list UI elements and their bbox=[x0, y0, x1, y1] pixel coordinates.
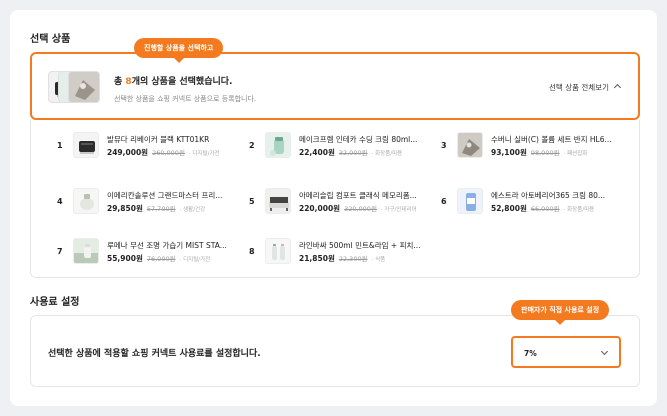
main-card: 선택 상품 총 8개의 상품을 선택했습니다. 선택한 상품을 쇼핑 커넥트 상… bbox=[10, 10, 657, 406]
product-price-line: 249,000원260,000원 디지털/가전 bbox=[107, 147, 220, 158]
product-item[interactable]: 8 라인바싸 500ml 민트&라임 + 피치... 21,850원 22,300… bbox=[249, 238, 434, 268]
product-name: 이메리칸솔루션 그랜드마스터 프리... bbox=[107, 191, 223, 200]
product-index: 1 bbox=[57, 141, 63, 150]
product-original-price: 98,000원 bbox=[530, 149, 560, 157]
product-image bbox=[265, 188, 291, 214]
selected-products-title: 선택 상품 bbox=[30, 34, 71, 45]
chevron-down-icon bbox=[600, 347, 609, 356]
summary-thumbnails bbox=[48, 71, 100, 103]
product-item[interactable]: 1 발뮤다 리베이커 블랙 KTT01KR 249,000원260,000원 디지… bbox=[57, 132, 242, 162]
product-image bbox=[265, 132, 291, 158]
product-item[interactable]: 5 아메리슬립 컴포트 클래식 메모리폼... 220,000원 320,000원… bbox=[249, 188, 434, 218]
view-all-label: 선택 상품 전체보기 bbox=[549, 83, 609, 92]
product-original-price: 57,700원 bbox=[146, 205, 176, 213]
product-category: 식품 bbox=[372, 257, 386, 263]
product-index: 2 bbox=[249, 141, 255, 150]
product-category: 디지털/가전 bbox=[189, 151, 220, 157]
product-price: 21,850원 bbox=[299, 254, 335, 263]
chevron-up-icon bbox=[613, 83, 622, 92]
fee-tooltip: 판매자가 직접 사용료 설정 bbox=[511, 300, 610, 325]
product-category: 화장품/미용 bbox=[372, 151, 403, 157]
product-price: 93,100원 bbox=[491, 148, 527, 157]
product-price: 29,850원 bbox=[107, 204, 143, 213]
product-image bbox=[457, 132, 483, 158]
selected-summary-box: 총 8개의 상품을 선택했습니다. 선택한 상품을 쇼핑 커넥트 상품으로 등록… bbox=[30, 52, 640, 120]
product-index: 6 bbox=[441, 197, 447, 206]
product-item[interactable]: 7 루메나 무선 조명 가습기 MIST STA... 55,900원 76,00… bbox=[57, 238, 242, 268]
product-image bbox=[265, 238, 291, 264]
product-name: 루메나 무선 조명 가습기 MIST STA... bbox=[107, 241, 227, 250]
product-item[interactable]: 6 에스트라 아토베리어365 크림 80... 52,800원66,000원 화… bbox=[441, 188, 626, 218]
product-image bbox=[73, 132, 99, 158]
product-price-line: 52,800원66,000원 화장품/미용 bbox=[491, 203, 594, 214]
product-original-price: 22,300원 bbox=[338, 255, 368, 263]
product-price-line: 93,100원98,000원 패션잡화 bbox=[491, 147, 587, 158]
product-item[interactable]: 3 수버니 실버(C) 볼륨 세트 반지 HL6... 93,100원 98,00… bbox=[441, 132, 626, 162]
product-original-price: 76,000원 bbox=[146, 255, 176, 263]
fee-settings-box: 선택한 상품에 적용할 쇼핑 커넥트 사용료를 설정합니다. 7% bbox=[30, 315, 640, 387]
product-price-line: 21,850원22,300원 식품 bbox=[299, 253, 385, 264]
product-index: 4 bbox=[57, 197, 63, 206]
summary-subtitle: 선택한 상품을 쇼핑 커넥트 상품으로 등록합니다. bbox=[114, 95, 257, 103]
fee-description: 선택한 상품에 적용할 쇼핑 커넥트 사용료를 설정합니다. bbox=[48, 349, 261, 359]
product-price: 249,000원 bbox=[107, 148, 149, 157]
product-index: 8 bbox=[249, 247, 255, 256]
product-image bbox=[457, 188, 483, 214]
product-name: 발뮤다 리베이커 블랙 KTT01KR bbox=[107, 135, 210, 144]
product-name: 에스트라 아토베리어365 크림 80... bbox=[491, 191, 606, 200]
product-price: 220,000원 bbox=[299, 204, 341, 213]
fee-rate-value: 7% bbox=[524, 349, 537, 358]
product-price-line: 220,000원320,000원 가구/인테리어 bbox=[299, 203, 417, 214]
summary-thumb-3 bbox=[68, 71, 100, 103]
product-price: 55,900원 bbox=[107, 254, 143, 263]
product-index: 7 bbox=[57, 247, 63, 256]
product-item[interactable]: 4 이메리칸솔루션 그랜드마스터 프리... 29,850원57,700원 생활/… bbox=[57, 188, 242, 218]
product-category: 생활/건강 bbox=[180, 207, 206, 213]
product-price-line: 29,850원57,700원 생활/건강 bbox=[107, 203, 205, 214]
product-original-price: 320,000원 bbox=[344, 205, 377, 213]
product-original-price: 260,000원 bbox=[152, 149, 185, 157]
summary-title: 총 8개의 상품을 선택했습니다. bbox=[114, 77, 233, 87]
select-products-tooltip: 진행할 상품을 선택하고 bbox=[134, 38, 224, 63]
product-original-price: 66,000원 bbox=[530, 205, 560, 213]
fee-settings-title: 사용료 설정 bbox=[30, 297, 80, 308]
product-name: 라인바싸 500ml 민트&라임 + 피치... bbox=[299, 241, 421, 250]
product-category: 가구/인테리어 bbox=[381, 207, 417, 213]
view-all-selected-button[interactable]: 선택 상품 전체보기 bbox=[549, 82, 622, 93]
product-name: 아메리슬립 컴포트 클래식 메모리폼... bbox=[299, 191, 417, 200]
product-price: 52,800원 bbox=[491, 204, 527, 213]
fee-rate-select[interactable]: 7% bbox=[511, 336, 621, 368]
product-original-price: 32,000원 bbox=[338, 149, 368, 157]
product-name: 메이크프렘 인테카 수딩 크림 80ml... bbox=[299, 135, 418, 144]
selected-products-list: 1 발뮤다 리베이커 블랙 KTT01KR 249,000원260,000원디지… bbox=[30, 120, 640, 278]
product-item[interactable]: 2 메이크프렘 인테카 수딩 크림 80ml... 22,400원 32,000원… bbox=[249, 132, 434, 162]
product-name: 수버니 실버(C) 볼륨 세트 반지 HL6... bbox=[491, 135, 612, 144]
product-price-line: 55,900원76,000원 디지털/가전 bbox=[107, 253, 210, 264]
product-category: 디지털/가전 bbox=[180, 257, 211, 263]
product-category: 화장품/미용 bbox=[564, 207, 595, 213]
product-image bbox=[73, 188, 99, 214]
product-index: 3 bbox=[441, 141, 447, 150]
product-price-line: 22,400원32,000원 화장품/미용 bbox=[299, 147, 402, 158]
product-image bbox=[73, 238, 99, 264]
product-index: 5 bbox=[249, 197, 255, 206]
product-price: 22,400원 bbox=[299, 148, 335, 157]
product-category: 패션잡화 bbox=[564, 151, 588, 157]
